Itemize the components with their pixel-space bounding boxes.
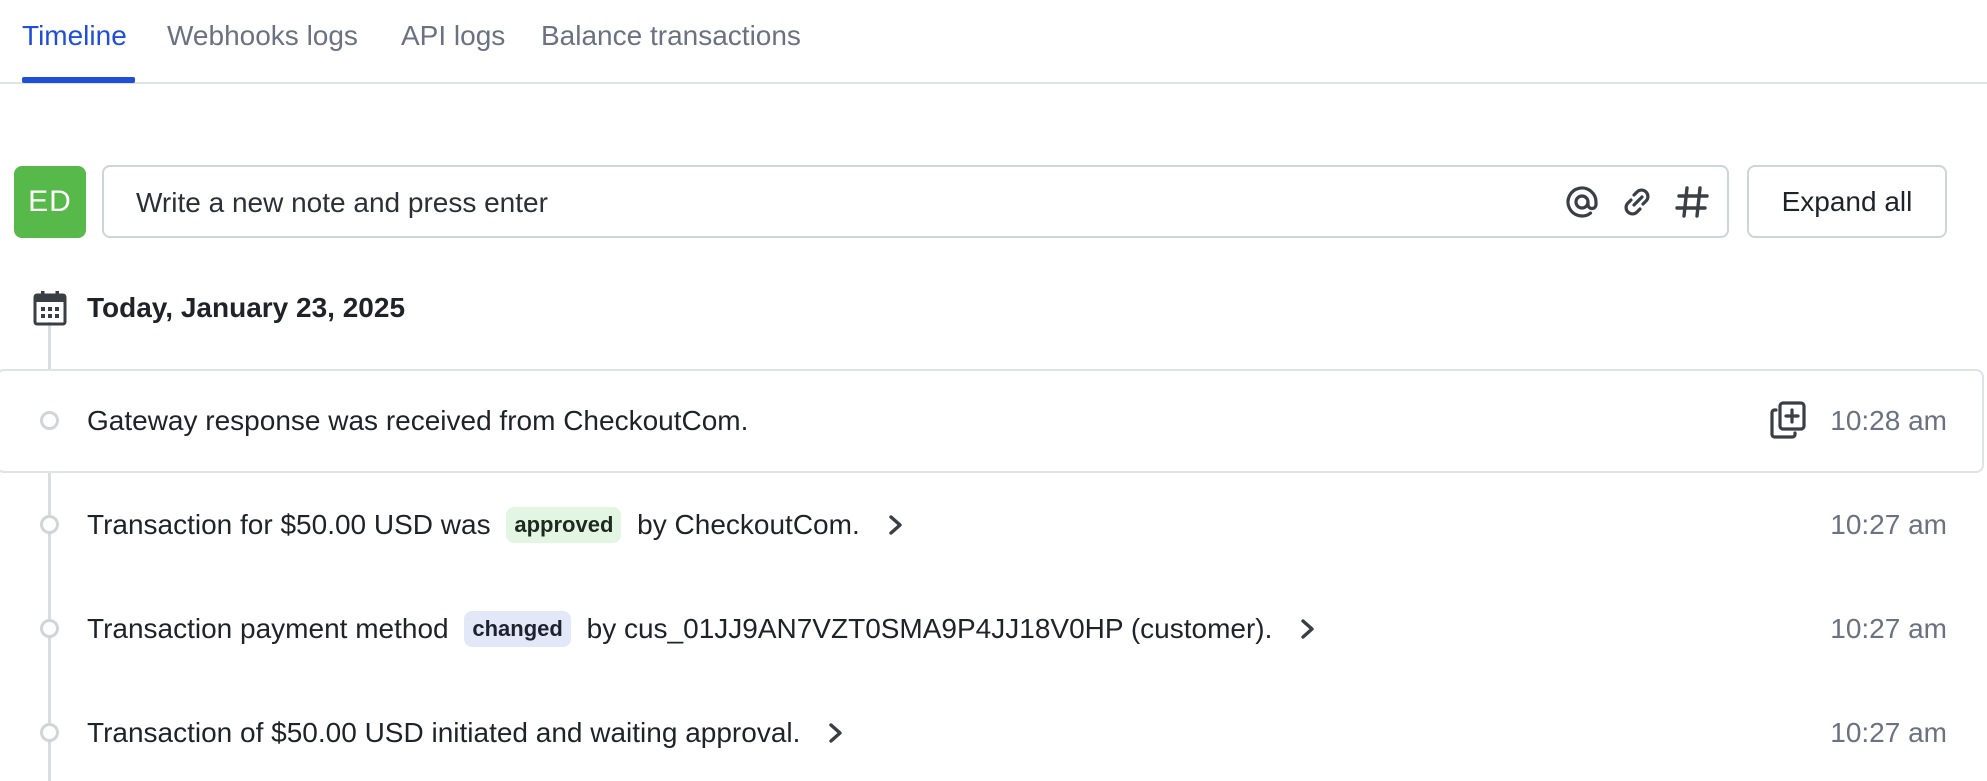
event-message: Transaction of $50.00 USD initiated and … bbox=[87, 717, 801, 748]
chevron-right-icon[interactable] bbox=[1296, 614, 1318, 644]
event-time: 10:27 am bbox=[1830, 613, 1947, 644]
calendar-icon bbox=[33, 290, 67, 326]
event-time: 10:27 am bbox=[1830, 717, 1947, 748]
paperclip-icon[interactable] bbox=[1618, 183, 1656, 221]
chevron-right-icon[interactable] bbox=[884, 510, 906, 540]
avatar: ED bbox=[14, 166, 86, 238]
tab-webhooks-logs[interactable]: Webhooks logs bbox=[167, 20, 358, 52]
event-message-suffix: by cus_01JJ9AN7VZT0SMA9P4JJ18V0HP (custo… bbox=[578, 613, 1273, 644]
tab-api-logs[interactable]: API logs bbox=[401, 20, 505, 52]
timeline-event-text: Transaction of $50.00 USD initiated and … bbox=[87, 713, 846, 753]
timeline-dot bbox=[40, 515, 59, 534]
event-time: 10:28 am bbox=[1830, 405, 1947, 436]
timeline-dot bbox=[40, 723, 59, 742]
active-tab-indicator bbox=[22, 77, 135, 83]
timeline-event-text: Transaction for $50.00 USD was approved … bbox=[87, 505, 906, 545]
status-badge-approved: approved bbox=[506, 507, 622, 543]
hashtag-icon[interactable] bbox=[1673, 183, 1711, 221]
event-message: Transaction for $50.00 USD was bbox=[87, 509, 499, 540]
timeline-dot bbox=[40, 619, 59, 638]
at-sign-icon[interactable] bbox=[1563, 183, 1601, 221]
tab-timeline[interactable]: Timeline bbox=[22, 20, 127, 52]
chevron-right-icon[interactable] bbox=[824, 718, 846, 748]
note-composer bbox=[102, 165, 1729, 238]
timeline-event-text: Transaction payment method changed by cu… bbox=[87, 609, 1318, 649]
note-input[interactable] bbox=[134, 167, 1518, 238]
status-badge-changed: changed bbox=[464, 611, 571, 647]
event-message: Transaction payment method bbox=[87, 613, 457, 644]
event-time: 10:27 am bbox=[1830, 509, 1947, 540]
copy-icon[interactable] bbox=[1770, 401, 1806, 439]
expand-all-button[interactable]: Expand all bbox=[1747, 165, 1947, 238]
timeline-dot bbox=[40, 411, 59, 430]
event-message: Gateway response was received from Check… bbox=[87, 405, 749, 436]
timeline-event-text: Gateway response was received from Check… bbox=[87, 401, 748, 441]
event-message-suffix: by CheckoutCom. bbox=[629, 509, 860, 540]
avatar-initials: ED bbox=[28, 185, 72, 218]
tab-bar: Timeline Webhooks logs API logs Balance … bbox=[0, 0, 1987, 84]
tab-balance-transactions[interactable]: Balance transactions bbox=[541, 20, 801, 52]
timeline-date-heading: Today, January 23, 2025 bbox=[87, 292, 406, 323]
